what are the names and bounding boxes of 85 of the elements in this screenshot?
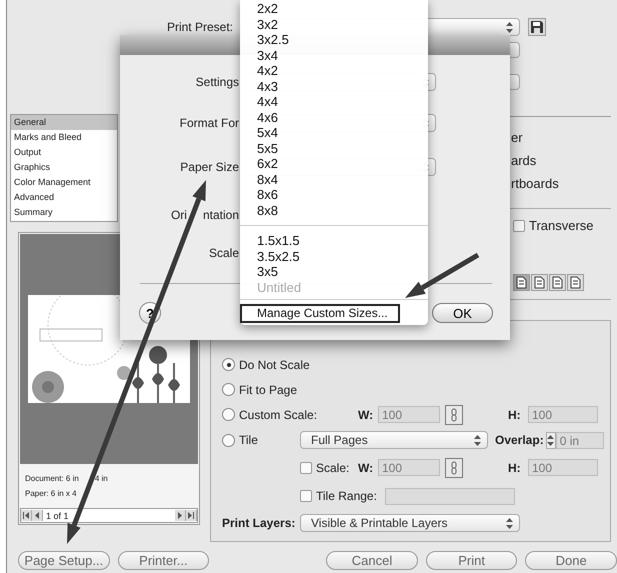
width-label: W: (358, 408, 374, 422)
chain-link-icon (451, 408, 457, 422)
menu-item: Untitled (256, 280, 302, 295)
input-field[interactable] (385, 488, 515, 504)
sidebar-item[interactable]: Summary (11, 205, 117, 220)
radio-button[interactable] (222, 383, 235, 396)
up-down-arrows-icon (506, 518, 513, 528)
menu-item[interactable]: 3x2 (240, 16, 428, 32)
link-button[interactable] (445, 458, 463, 478)
menu-item[interactable]: 8x8 (240, 202, 428, 218)
dialog-button[interactable]: Print (426, 551, 518, 570)
tile-mode-dropdown[interactable]: Full Pages (300, 431, 488, 449)
option-label: Transverse (529, 218, 594, 233)
sidebar-item[interactable]: Output (11, 145, 117, 160)
menu-item[interactable]: 1.5x1.5 (240, 233, 428, 248)
print-layers-dropdown[interactable]: Visible & Printable Layers (300, 514, 520, 532)
field-label: Ori (170, 208, 187, 222)
previous-page-icon[interactable] (32, 510, 43, 521)
last-page-icon[interactable] (186, 510, 197, 521)
radio-button[interactable] (222, 358, 235, 371)
menu-item[interactable]: 2x2 (240, 1, 428, 16)
dialog-button[interactable]: Printer... (118, 551, 210, 570)
menu-item[interactable]: 5x4 (240, 125, 428, 140)
menu-item[interactable]: 8x6 (240, 187, 428, 202)
checkbox[interactable] (300, 462, 312, 474)
link-button[interactable] (445, 404, 463, 424)
field-label: Settings (196, 75, 239, 89)
option-label: Fit to Page (239, 382, 298, 396)
menu-item[interactable]: 4x3 (240, 78, 428, 94)
sidebar-item[interactable]: General (11, 115, 117, 130)
ok-button[interactable]: OK (432, 303, 493, 323)
field-label: ntation (202, 208, 239, 222)
stepper-arrows-icon[interactable] (546, 432, 556, 448)
checkbox[interactable] (300, 490, 312, 502)
paper-size-text: Paper: 6 in x 4 (24, 488, 78, 500)
option-label: Tile Range: (316, 489, 377, 503)
height-label: H: (508, 460, 522, 474)
next-page-icon[interactable] (175, 510, 186, 521)
sidebar-item[interactable]: Marks and Bleed (11, 130, 117, 145)
menu-item[interactable]: 5x5 (240, 140, 428, 156)
menu-item[interactable]: 4x4 (240, 94, 428, 110)
chain-link-icon (451, 460, 457, 474)
dialog-button[interactable]: Page Setup... (18, 551, 110, 570)
option-label: Custom Scale: (239, 408, 318, 422)
radio-button[interactable] (222, 408, 235, 421)
menu-item[interactable]: Manage Custom Sizes... (240, 304, 400, 323)
menu-item[interactable]: 8x4 (240, 172, 428, 187)
first-page-icon[interactable] (21, 510, 32, 521)
menu-item[interactable]: 4x2 (240, 63, 428, 78)
width-label: W: (358, 460, 374, 474)
field-label: Paper Size (180, 160, 239, 174)
option-label: rtboards (511, 175, 560, 193)
preset-label: Print Preset: (166, 20, 233, 34)
menu-item[interactable]: 6x2 (240, 156, 428, 172)
menu-item[interactable]: 3x2.5 (240, 32, 428, 48)
document-size-text: 4 in (94, 473, 108, 485)
sidebar-item[interactable]: Color Management (11, 175, 117, 190)
dialog-button[interactable]: Cancel (326, 551, 418, 570)
dialog-button[interactable]: Done (525, 551, 617, 570)
orientation-button[interactable] (549, 274, 566, 291)
document-size-text: Document: 6 in (25, 473, 79, 485)
save-icon[interactable] (528, 18, 546, 36)
checkbox[interactable] (513, 220, 525, 232)
menu-item[interactable]: 3x5 (240, 264, 428, 280)
option-label: Do Not Scale (239, 358, 310, 372)
up-down-arrows-icon (474, 434, 481, 446)
sidebar-item[interactable]: Advanced (11, 190, 117, 205)
height-label: H: (508, 408, 522, 422)
orientation-button[interactable] (513, 274, 530, 291)
field-label: Scale (208, 246, 239, 260)
field-label: Format For (180, 116, 239, 130)
orientation-button[interactable] (531, 274, 548, 291)
menu-item[interactable]: 3x4 (240, 48, 428, 63)
option-label: Tile (239, 433, 258, 447)
radio-button[interactable] (222, 434, 235, 446)
sidebar-item[interactable]: Graphics (11, 160, 117, 175)
menu-item[interactable]: 4x6 (240, 110, 428, 125)
print-layers-label: Print Layers: (222, 516, 296, 530)
menu-item[interactable]: 3.5x2.5 (240, 248, 428, 264)
option-label: er (511, 129, 524, 147)
overlap-label: Overlap: (495, 433, 544, 447)
option-label: Scale: (316, 460, 350, 474)
orientation-button[interactable] (567, 274, 584, 291)
up-down-arrows-icon (506, 22, 513, 32)
option-label: ards (511, 152, 538, 170)
